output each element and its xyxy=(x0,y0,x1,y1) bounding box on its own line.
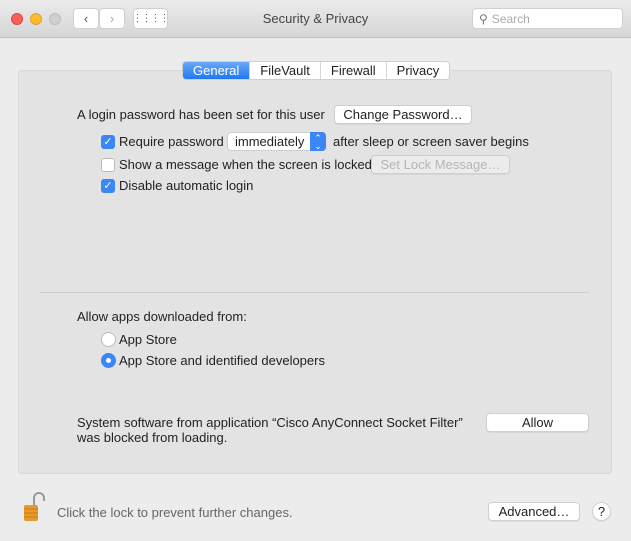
tab-general[interactable]: General xyxy=(183,62,251,79)
show-message-label: Show a message when the screen is locked xyxy=(119,157,372,172)
unlocked-lock-icon[interactable] xyxy=(22,492,46,522)
stepper-arrows-icon: ⌃ ⌄ xyxy=(310,132,326,151)
advanced-button[interactable]: Advanced… xyxy=(488,502,580,521)
login-password-text: A login password has been set for this u… xyxy=(77,107,325,122)
search-icon: ⚲ xyxy=(479,11,488,26)
help-button[interactable]: ? xyxy=(592,502,611,521)
lock-status-text: Click the lock to prevent further change… xyxy=(57,505,293,520)
select-value: immediately xyxy=(235,134,305,149)
radio-identified-developers-label: App Store and identified developers xyxy=(119,353,325,368)
tab-bar: General FileVault Firewall Privacy xyxy=(182,61,451,80)
require-password-checkbox[interactable]: ✓ xyxy=(101,135,115,149)
tab-privacy[interactable]: Privacy xyxy=(387,62,450,79)
tab-firewall[interactable]: Firewall xyxy=(321,62,387,79)
search-input[interactable]: ⚲ Search xyxy=(472,8,623,29)
require-password-select[interactable]: immediately ⌃ ⌄ xyxy=(227,132,326,151)
show-message-checkbox[interactable] xyxy=(101,158,115,172)
blocked-message-line1: System software from application “Cisco … xyxy=(77,415,463,430)
allow-button[interactable]: Allow xyxy=(486,413,589,432)
radio-app-store-label: App Store xyxy=(119,332,177,347)
search-placeholder: Search xyxy=(491,11,530,26)
require-password-label: Require password xyxy=(119,134,224,149)
allow-apps-label: Allow apps downloaded from: xyxy=(77,309,247,324)
set-lock-message-button[interactable]: Set Lock Message… xyxy=(371,155,510,174)
disable-auto-login-checkbox[interactable]: ✓ xyxy=(101,179,115,193)
disable-auto-login-label: Disable automatic login xyxy=(119,178,254,193)
radio-identified-developers[interactable] xyxy=(101,353,116,368)
change-password-button[interactable]: Change Password… xyxy=(334,105,472,124)
divider xyxy=(40,292,589,293)
require-password-suffix: after sleep or screen saver begins xyxy=(333,134,529,149)
blocked-message-line2: was blocked from loading. xyxy=(77,430,228,445)
tab-filevault[interactable]: FileVault xyxy=(250,62,321,79)
radio-app-store[interactable] xyxy=(101,332,116,347)
